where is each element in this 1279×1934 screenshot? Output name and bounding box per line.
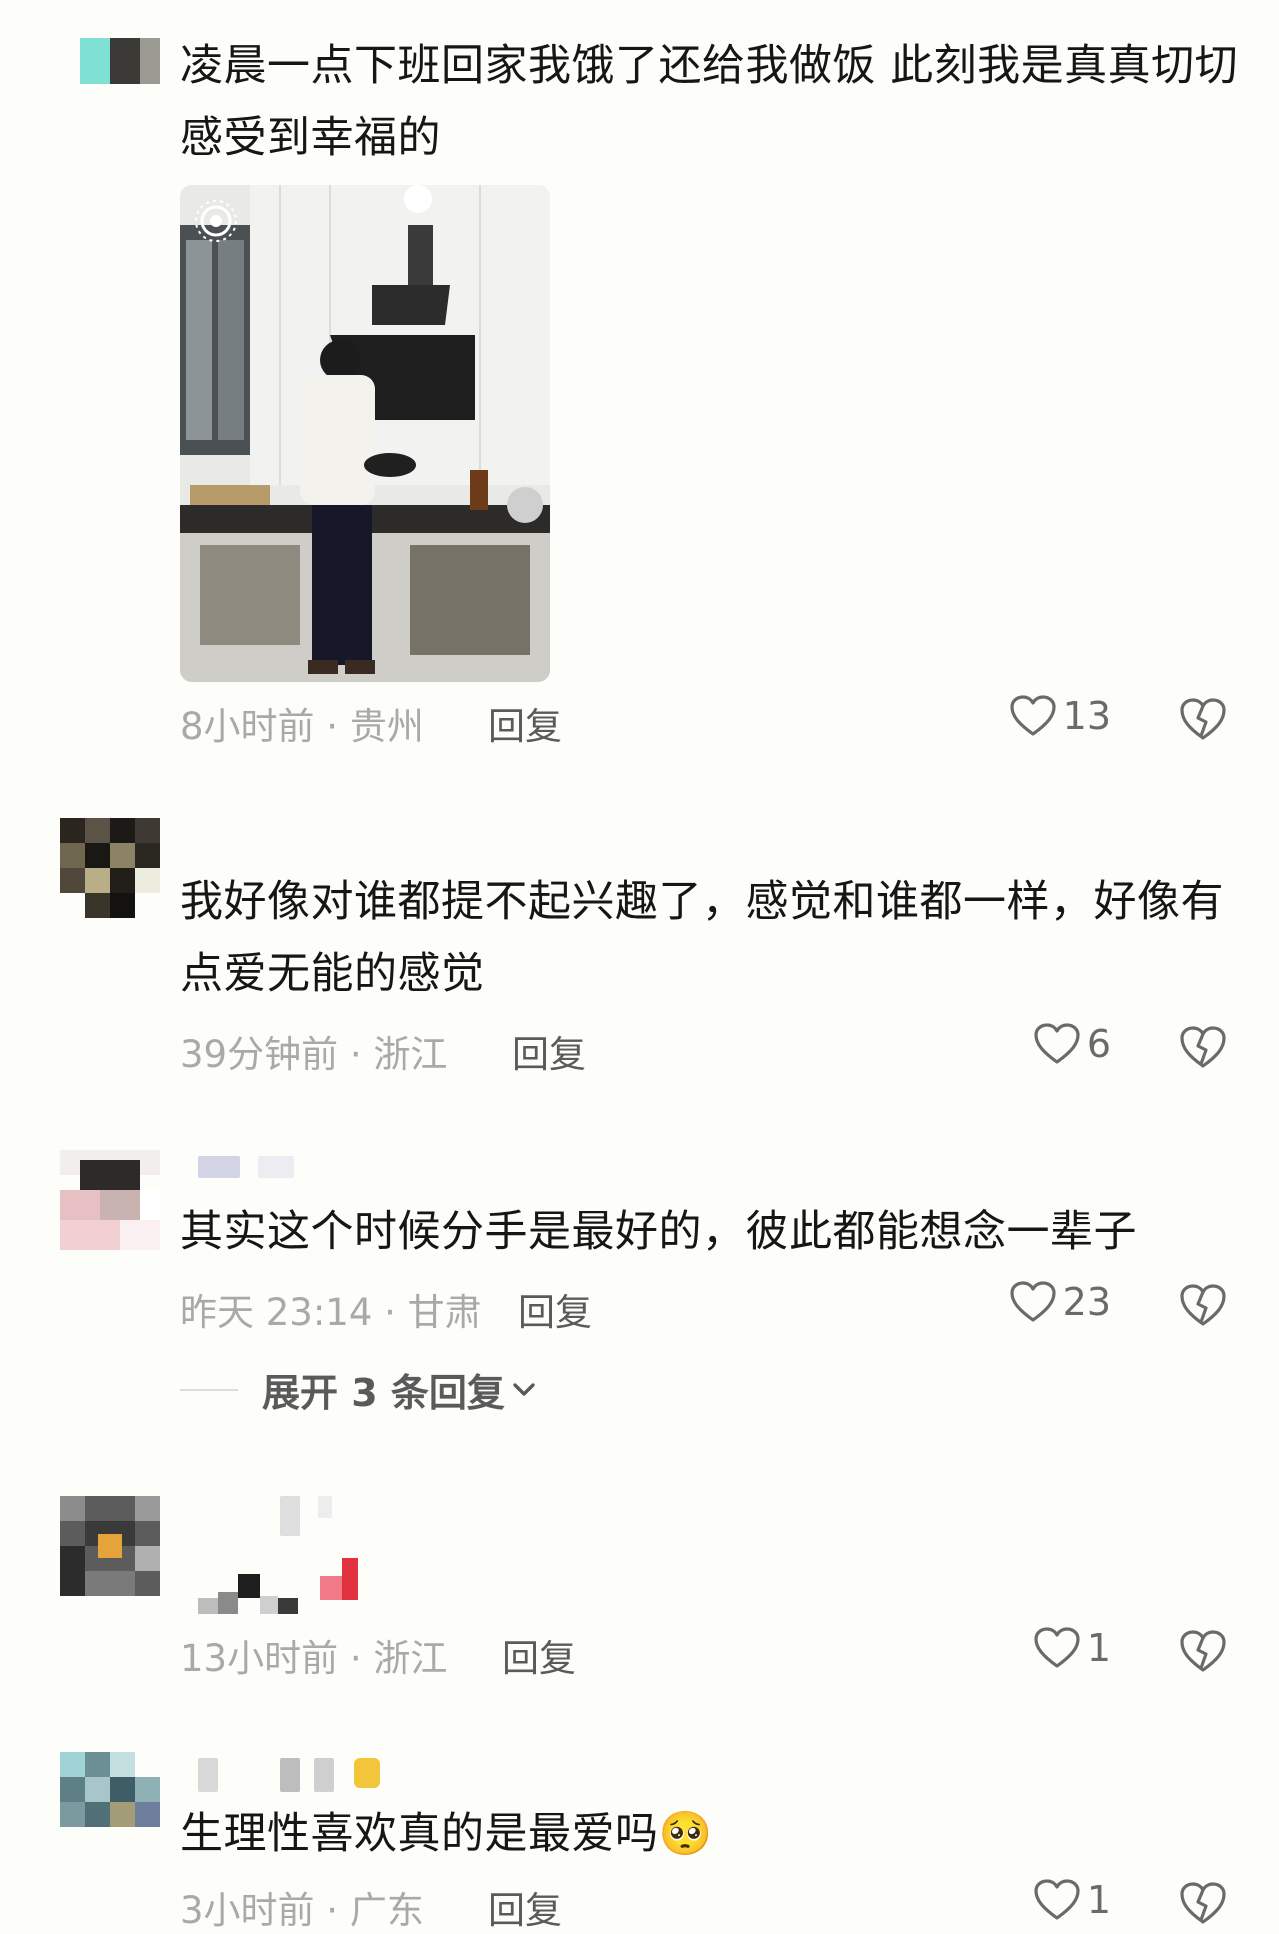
comment-photo[interactable] — [180, 185, 550, 682]
comment-text-body: 生理性喜欢真的是最爱吗 — [180, 1809, 659, 1859]
reply-button[interactable]: 回复 — [518, 1282, 592, 1336]
comment-meta: 13小时前 · 浙江 — [180, 1637, 448, 1680]
avatar[interactable] — [60, 1752, 160, 1852]
comment-text: 生理性喜欢真的是最爱吗🥺 — [180, 1798, 1240, 1870]
like-count: 13 — [1062, 694, 1111, 738]
expand-replies-label: 展开 3 条回复 — [262, 1371, 505, 1415]
reply-button[interactable]: 回复 — [488, 696, 562, 750]
heart-outline-icon — [1010, 1281, 1056, 1322]
heart-outline-icon — [1034, 1023, 1080, 1064]
heart-outline-icon — [1034, 1627, 1080, 1668]
divider — [180, 1388, 238, 1391]
reply-button[interactable]: 回复 — [502, 1628, 576, 1682]
kitchen-photo — [180, 185, 550, 682]
blurred-sticker — [198, 1556, 378, 1616]
heart-outline-icon — [1010, 695, 1056, 736]
avatar[interactable] — [60, 1496, 160, 1596]
comment-text: 我好像对谁都提不起兴趣了，感觉和谁都一样，好像有点爱无能的感觉 — [180, 877, 1224, 999]
comment-meta: 3小时前 · 广东 — [180, 1889, 424, 1932]
avatar[interactable] — [60, 38, 160, 84]
like-count: 1 — [1086, 1878, 1111, 1922]
broken-heart-icon[interactable] — [1178, 1628, 1228, 1674]
like-button[interactable]: 1 — [1033, 1626, 1111, 1670]
like-button[interactable]: 6 — [1033, 1022, 1111, 1066]
avatar[interactable] — [60, 1150, 160, 1250]
pleading-face-emoji: 🥺 — [658, 1809, 713, 1859]
broken-heart-icon[interactable] — [1178, 696, 1228, 742]
like-count: 23 — [1062, 1280, 1111, 1324]
comment-text: 其实这个时候分手是最好的，彼此都能想念一辈子 — [180, 1207, 1137, 1257]
expand-replies-button[interactable]: 展开 3 条回复 — [180, 1362, 537, 1417]
comment-meta: 39分钟前 · 浙江 — [180, 1033, 448, 1076]
reply-button[interactable]: 回复 — [488, 1880, 562, 1934]
like-button[interactable]: 13 — [1009, 694, 1111, 738]
avatar[interactable] — [60, 818, 160, 918]
comment-meta: 昨天 23:14 · 甘肃 — [180, 1291, 482, 1334]
broken-heart-icon[interactable] — [1178, 1880, 1228, 1926]
like-button[interactable]: 1 — [1033, 1878, 1111, 1922]
broken-heart-icon[interactable] — [1178, 1024, 1228, 1070]
like-count: 1 — [1086, 1626, 1111, 1670]
broken-heart-icon[interactable] — [1178, 1282, 1228, 1328]
chevron-down-icon — [513, 1382, 535, 1396]
like-button[interactable]: 23 — [1009, 1280, 1111, 1324]
like-count: 6 — [1086, 1022, 1111, 1066]
reply-button[interactable]: 回复 — [512, 1024, 586, 1078]
heart-outline-icon — [1034, 1879, 1080, 1920]
comment-text: 凌晨一点下班回家我饿了还给我做饭 此刻我是真真切切感受到幸福的 — [180, 41, 1239, 163]
comment-meta: 8小时前 · 贵州 — [180, 705, 424, 748]
